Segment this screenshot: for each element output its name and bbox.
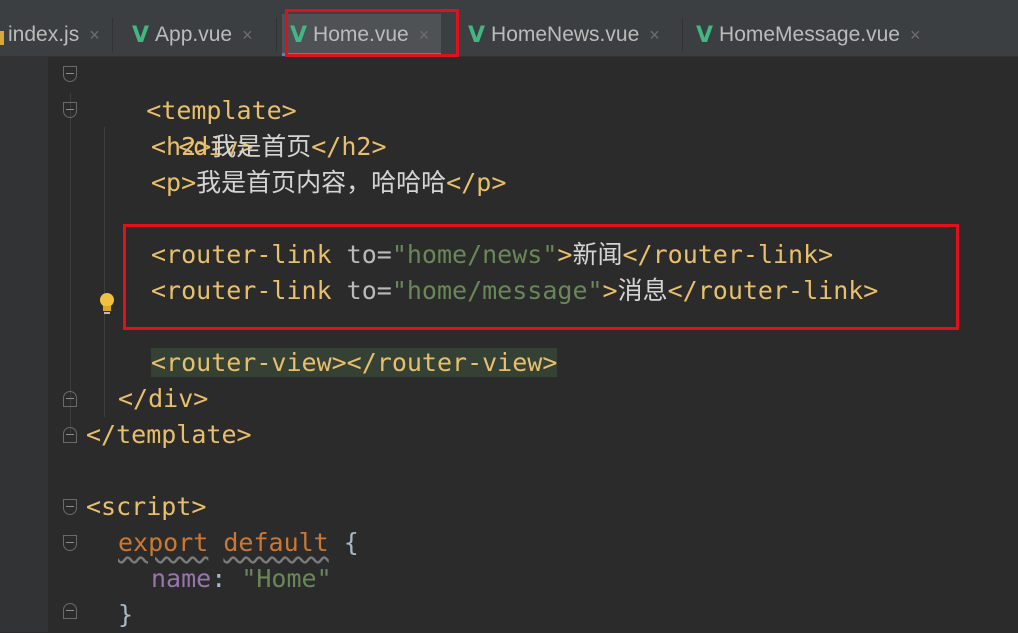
code-token: <h2> [151, 132, 212, 161]
code-token: </p> [446, 168, 507, 197]
code-editor[interactable]: <template> <div> <h2>我是首页</h2> <p>我是首页内容… [0, 57, 1018, 632]
code-token: <router-link [151, 276, 347, 305]
code-line: </template> [86, 417, 252, 453]
code-string: "home/message" [391, 276, 603, 305]
tab-label: index.js [8, 23, 80, 46]
close-icon[interactable]: × [910, 25, 921, 46]
code-line: name: "Home" [151, 561, 332, 597]
tab-homemessage-vue[interactable]: V HomeMessage.vue × [696, 14, 920, 56]
fold-marker-icon[interactable] [63, 499, 77, 515]
close-icon[interactable]: × [242, 25, 253, 46]
editor-tab-bar: index.js × V App.vue × V Home.vue × V Ho… [0, 0, 1018, 57]
code-attr: to= [346, 276, 392, 305]
fold-marker-icon[interactable] [63, 535, 77, 551]
code-token: { [328, 528, 359, 557]
vue-file-icon: V [290, 22, 308, 48]
code-text: 新闻 [572, 240, 623, 269]
code-attr: to= [346, 240, 392, 269]
code-token: </template> [86, 420, 252, 449]
code-text: 我是首页 [211, 132, 312, 161]
vue-file-icon: V [696, 22, 714, 48]
code-text: 消息 [617, 276, 668, 305]
fold-marker-icon[interactable] [63, 391, 77, 407]
code-token: </div> [118, 384, 209, 413]
tab-label: HomeMessage.vue [719, 23, 900, 46]
code-line: <router-link to="home/news">新闻</router-l… [151, 237, 833, 273]
code-line: <router-view></router-view> [151, 345, 558, 381]
tab-separator [682, 18, 683, 52]
code-string: "home/news" [391, 240, 558, 269]
code-string: "Home" [241, 564, 332, 593]
code-property: name [151, 564, 212, 593]
code-line: <div> [118, 93, 253, 161]
fold-marker-icon[interactable] [63, 102, 77, 118]
code-line: <template> [86, 57, 297, 125]
fold-marker-icon[interactable] [63, 66, 77, 82]
tab-label: HomeNews.vue [491, 23, 640, 46]
editor-gutter [0, 57, 48, 632]
tab-homenews-vue[interactable]: V HomeNews.vue × [468, 14, 660, 56]
code-token: : [211, 564, 242, 593]
js-file-icon [0, 31, 4, 45]
code-token: <script> [86, 492, 207, 521]
code-keyword: default [223, 528, 329, 557]
indent-guide [70, 93, 71, 433]
tab-separator [276, 18, 277, 52]
code-line: <p>我是首页内容，哈哈哈</p> [151, 165, 506, 201]
code-token: > [557, 240, 573, 269]
code-keyword: export [118, 528, 209, 557]
lightbulb-icon[interactable] [96, 291, 118, 317]
tab-separator [456, 18, 457, 52]
code-line: <h2>我是首页</h2> [151, 129, 387, 165]
tab-label: Home.vue [313, 23, 409, 46]
code-line: } [118, 597, 133, 633]
code-line: </div> [118, 381, 208, 417]
tab-home-vue[interactable]: V Home.vue × [282, 14, 442, 56]
tab-label: App.vue [155, 23, 233, 46]
fold-marker-icon[interactable] [63, 603, 77, 619]
code-text: 我是首页内容，哈哈哈 [196, 168, 447, 197]
fold-marker-icon[interactable] [63, 427, 77, 443]
tab-app-vue[interactable]: V App.vue × [132, 14, 253, 56]
code-token: </router-link> [667, 276, 879, 305]
indent-guide [104, 127, 105, 417]
code-line: <script> [86, 489, 206, 525]
code-token: <router-view></router-view> [151, 348, 558, 377]
close-icon[interactable]: × [89, 25, 100, 46]
code-token: } [118, 600, 134, 629]
code-token: <router-link [151, 240, 347, 269]
close-icon[interactable]: × [419, 25, 430, 46]
code-token: </h2> [311, 132, 387, 161]
code-line: <router-link to="home/message">消息</route… [151, 273, 878, 309]
code-token: <p> [151, 168, 197, 197]
vue-file-icon: V [132, 22, 150, 48]
tab-separator [112, 18, 113, 52]
code-token: > [602, 276, 618, 305]
code-line: export default { [118, 525, 359, 561]
vue-file-icon: V [468, 22, 486, 48]
code-token: </router-link> [622, 240, 834, 269]
tab-index-js[interactable]: index.js × [0, 14, 100, 56]
close-icon[interactable]: × [649, 25, 660, 46]
